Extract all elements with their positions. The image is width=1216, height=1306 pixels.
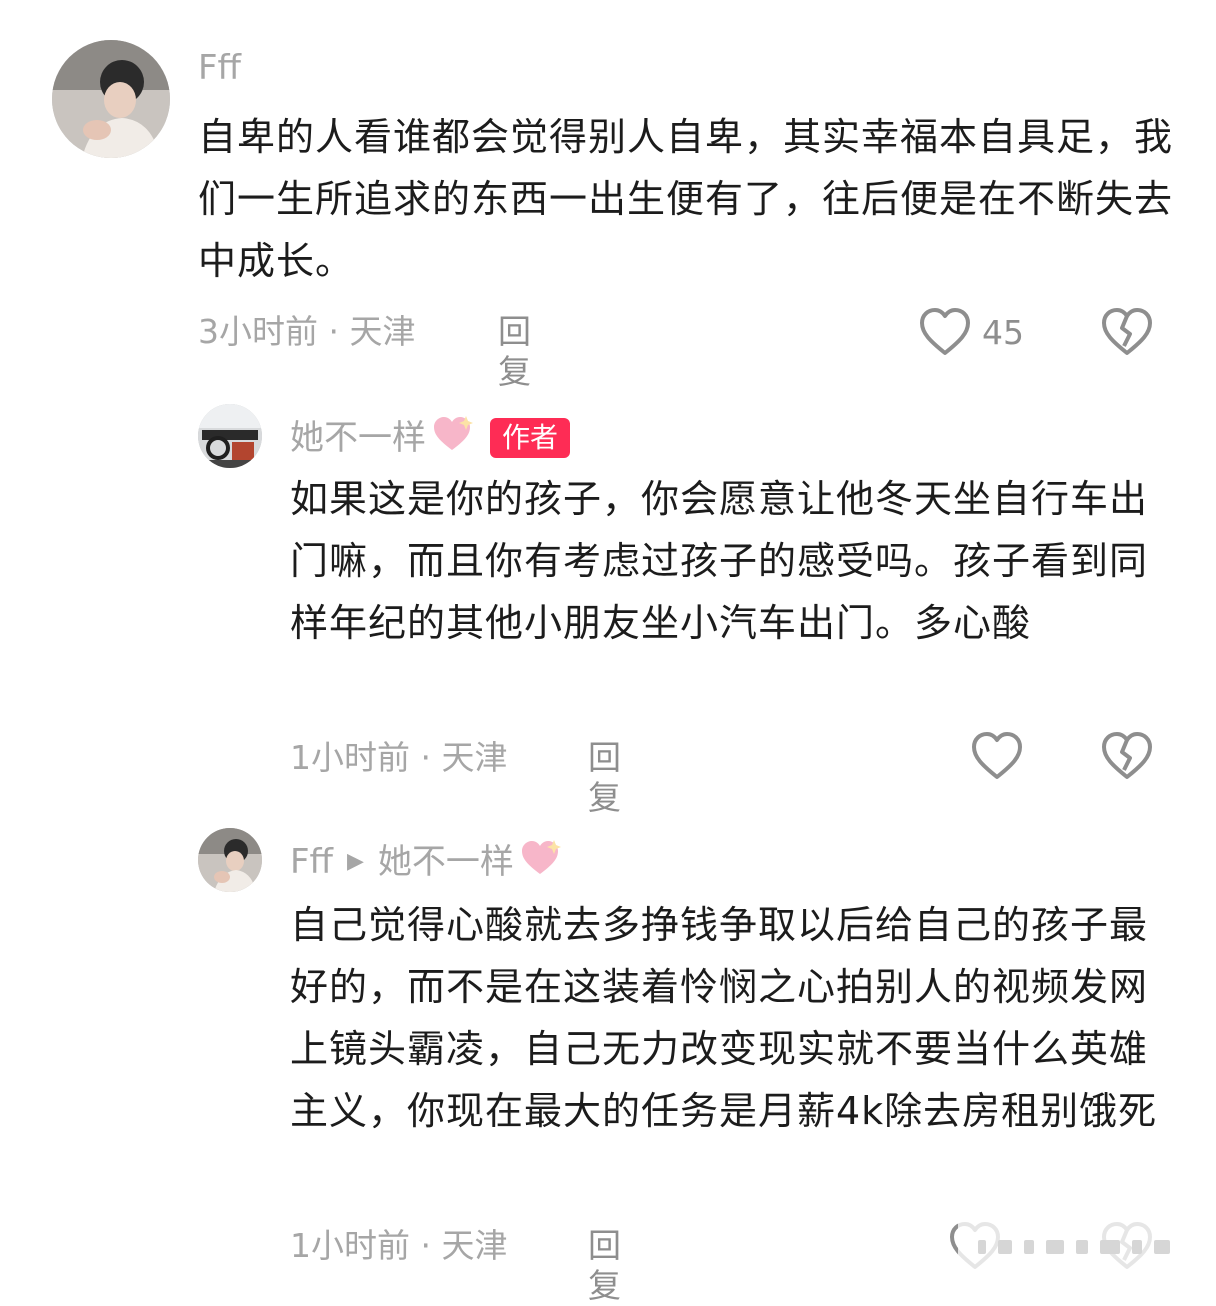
dislike-button[interactable] [1100,306,1154,362]
username-text: Fff [198,48,241,88]
reply-time-location: 1小时前 · 天津 [290,738,508,777]
author-badge: 作者 [490,417,571,458]
car-interior-photo-icon [198,404,262,468]
watermark-mark [1154,1240,1170,1254]
comment-text: 自卑的人看谁都会觉得别人自卑，其实幸福本自具足，我们一生所追求的东西一出生便有了… [198,115,1174,283]
pink-heart-icon [430,412,478,463]
watermark-mark [998,1240,1012,1254]
username-text[interactable]: Fff [290,842,333,882]
watermark-mark [1100,1240,1120,1254]
watermark-mark [1132,1240,1142,1254]
reply-button[interactable]: 回复 [588,738,621,818]
avatar[interactable] [198,404,262,468]
avatar[interactable] [52,40,170,158]
comment-username[interactable]: Fff [198,48,241,88]
avatar[interactable] [198,828,262,892]
like-button[interactable]: 45 [918,306,1024,358]
reply-username-row: Fff ▶ 她不一样 [290,836,566,887]
reply-button[interactable]: 回复 [588,1226,621,1306]
user-photo-icon [52,40,170,158]
reply-text: 自己觉得心酸就去多挣钱争取以后给自己的孩子最好的，而不是在这装着怜悯之心拍别人的… [290,903,1158,1133]
pink-heart-icon [518,836,566,887]
comment-time-location: 3小时前 · 天津 [198,312,416,351]
reply-to-username[interactable]: 她不一样 [378,842,514,882]
reply-username-row: 她不一样 作者 [290,412,571,463]
reply-button[interactable]: 回复 [498,312,531,392]
heart-outline-icon [972,732,1022,779]
heart-outline-icon [920,308,970,355]
reply-text: 如果这是你的孩子，你会愿意让他冬天坐自行车出门嘛，而且你有考虑过孩子的感受吗。孩… [290,477,1149,645]
watermark-mark [1024,1240,1034,1254]
like-count: 45 [982,312,1024,352]
watermark-overlay [958,1222,1202,1272]
watermark-mark [1076,1240,1088,1254]
dislike-button[interactable] [1100,730,1154,786]
broken-heart-icon [1102,732,1152,779]
like-button[interactable] [970,730,1024,782]
reply-arrow-icon: ▶ [346,848,364,874]
watermark-mark [1046,1240,1064,1254]
broken-heart-icon [1102,308,1152,355]
username-text[interactable]: 她不一样 [290,418,426,458]
watermark-mark [978,1240,986,1254]
user-photo-icon [198,828,262,892]
reply-time-location: 1小时前 · 天津 [290,1226,508,1265]
